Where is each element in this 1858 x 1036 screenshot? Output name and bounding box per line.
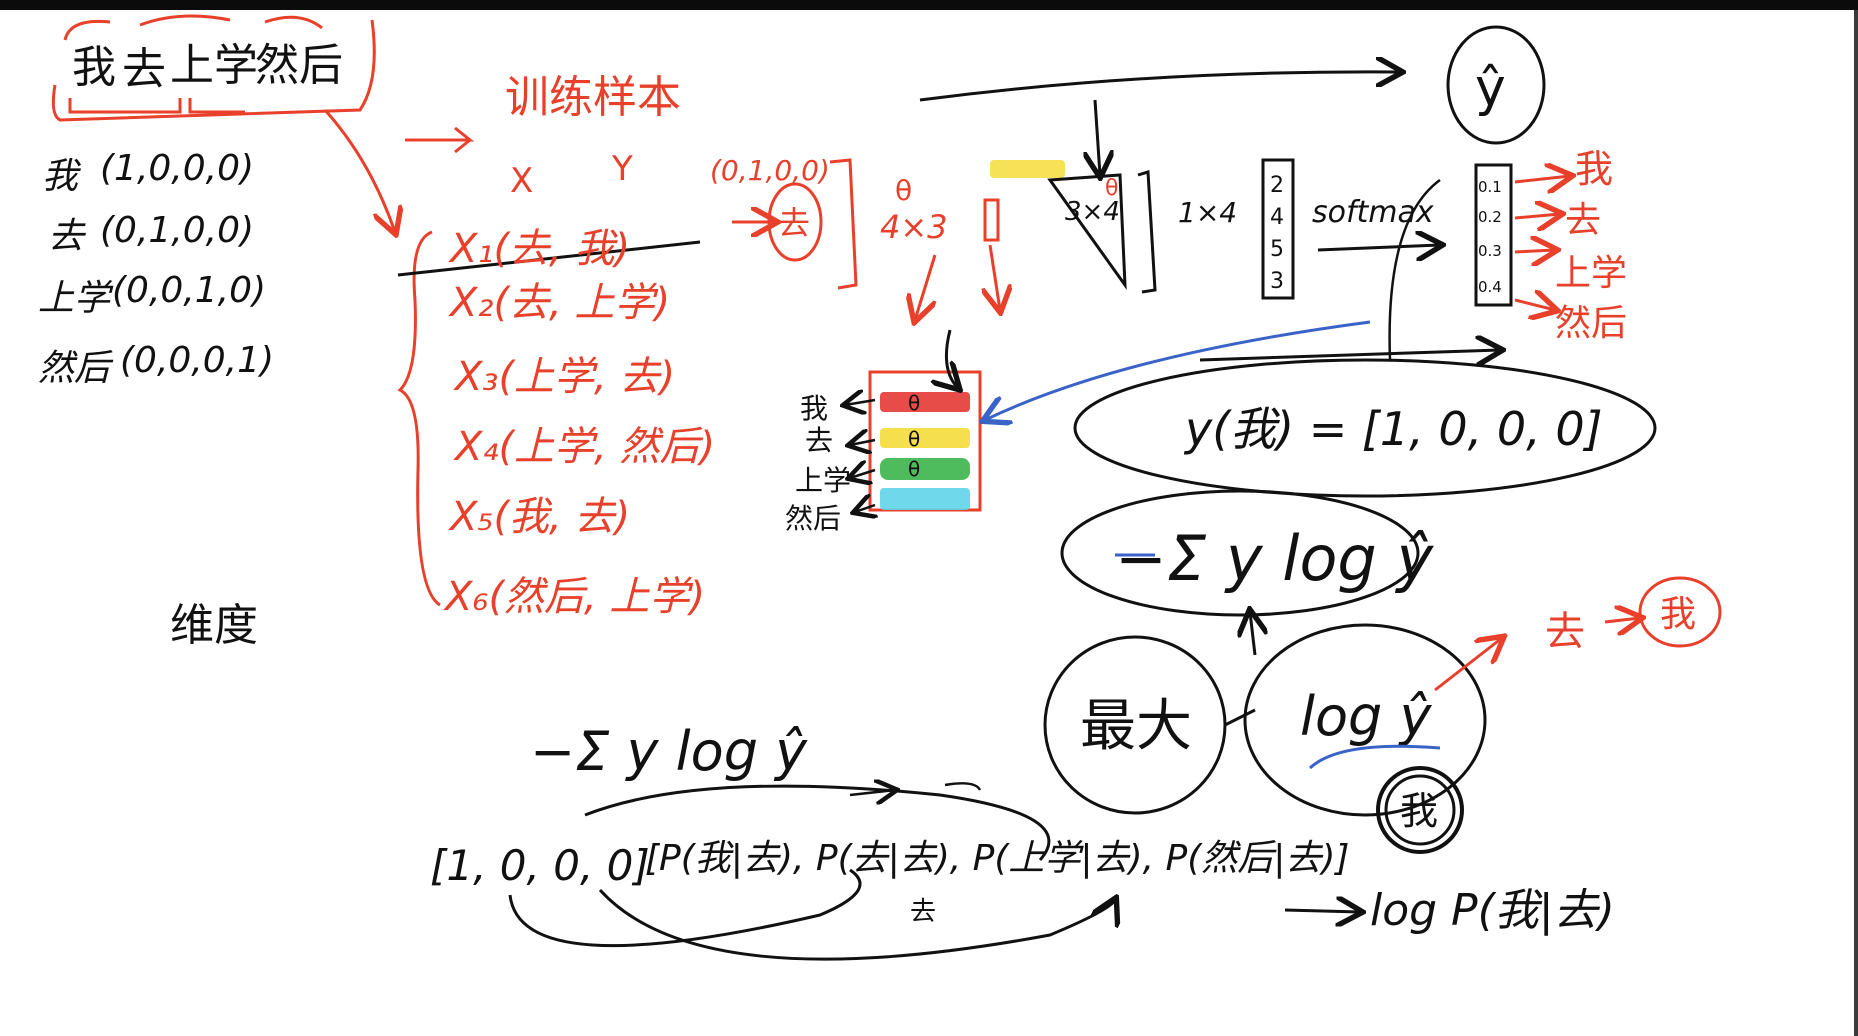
one-hot-vector-1: (0,1,0,0) (100, 210, 254, 251)
training-row-1: X₂(去, 上学) (448, 280, 670, 326)
bottom-under-label: 去 (910, 897, 936, 927)
embedding-down-arrow (946, 329, 958, 388)
cross-entropy-formula: −Σ y log ŷ (1115, 522, 1434, 595)
output-value-3: 3 (1270, 269, 1284, 294)
one-hot-word-0: 我 (42, 156, 81, 197)
training-header-y: Y (611, 149, 633, 189)
target-vector: y(我) = [1, 0, 0, 0] (1183, 402, 1603, 456)
training-row-4: X₅(我, 去) (448, 494, 630, 540)
second-theta: θ (1105, 176, 1118, 201)
dimension-label: 维度 (170, 600, 258, 651)
weight-theta: θ (895, 174, 912, 207)
yellow-highlight (990, 160, 1065, 178)
prob-word-2: 上学 (1555, 253, 1627, 294)
training-row-5: X₆(然后, 上学) (443, 574, 705, 620)
embedding-row-cyan (880, 488, 970, 510)
bottom-one-hot: [1, 0, 0, 0] (430, 841, 650, 890)
sentence-group: 我 去 上学 然后 (51, 14, 395, 232)
weight-rect (983, 198, 1000, 242)
embedding-row-yellow (880, 428, 970, 448)
sentence-brace-bottom (68, 98, 245, 114)
output-value-2: 5 (1270, 237, 1284, 262)
loss-region: y(我) = [1, 0, 0, 0] −Σ y log ŷ 最大 log ŷ … (1043, 358, 1722, 854)
sentence-word-0: 我 (72, 42, 116, 93)
sentence-word-3: 然后 (255, 40, 343, 91)
prob-word-0: 我 (1575, 147, 1613, 191)
weight-shape: 4×3 (880, 208, 948, 246)
embedding-row-green (880, 458, 970, 480)
bottom-cross-entropy: −Σ y log ŷ (530, 720, 808, 783)
whiteboard-diagram: 我 去 上学 然后 我 (1,0,0,0) 去 (0,1,0,0) 上学 (0,… (38, 14, 1722, 961)
training-brace (397, 230, 441, 607)
one-hot-vector-3: (0,0,0,1) (120, 340, 274, 381)
training-row-3: X₄(上学, 然后) (453, 424, 715, 470)
output-value-0: 2 (1270, 173, 1284, 198)
y-hat-label: ŷ (1475, 58, 1506, 118)
training-row-0: X₁(去, 我) (448, 226, 630, 272)
pair-left-word: 去 (1545, 609, 1585, 655)
training-samples: 训练样本 X Y X₁(去, 我) X₂(去, 上学) X₃(上学, 去) X₄… (397, 72, 715, 620)
one-hot-vector-0: (1,0,0,0) (100, 148, 254, 189)
prob-word-3: 然后 (1555, 303, 1627, 344)
top-long-arrow (919, 72, 1400, 102)
sentence-word-1: 去 (122, 44, 166, 95)
input-word: 去 (778, 204, 810, 242)
network-input: (0,1,0,0) 去 θ 4×3 (710, 154, 1000, 320)
training-row-2: X₃(上学, 去) (453, 354, 675, 400)
embedding-word-0: 我 (800, 392, 828, 425)
embedding-word-1: 去 (805, 424, 833, 457)
prob-0: 0.1 (1478, 178, 1502, 196)
output-shape: 1×4 (1178, 196, 1237, 229)
prob-3: 0.4 (1478, 278, 1502, 296)
one-hot-word-3: 然后 (38, 348, 114, 389)
softmax-label: softmax (1312, 195, 1434, 230)
log-y-hat-label: log ŷ (1300, 685, 1432, 748)
target-word: 我 (1400, 789, 1438, 833)
prob-2: 0.3 (1478, 242, 1502, 260)
bottom-result: log P(我|去) (1370, 885, 1615, 936)
one-hot-word-2: 上学 (38, 278, 114, 319)
sentence-to-samples-arrow (323, 108, 395, 232)
bottom-loop-2 (598, 888, 1115, 961)
network-output: 3×4 θ 1×4 2 4 5 3 softmax ŷ 0.1 0.2 0.3 … (919, 25, 1627, 344)
sentence-brace-top (63, 14, 323, 41)
one-hot-word-1: 去 (48, 216, 87, 257)
embedding-table: θ θ θ 我 去 上学 然后 (785, 329, 982, 535)
sentence-word-2: 上学 (170, 40, 258, 91)
training-samples-title: 训练样本 (505, 72, 681, 123)
input-vector-bracket (829, 158, 858, 290)
maximize-label: 最大 (1080, 694, 1192, 759)
prob-word-1: 去 (1565, 200, 1601, 241)
embedding-mark-2: θ (908, 457, 920, 481)
input-vector: (0,1,0,0) (710, 154, 830, 187)
second-shape: 3×4 (1065, 197, 1120, 227)
one-hot-table: 我 (1,0,0,0) 去 (0,1,0,0) 上学 (0,0,1,0) 然后 … (38, 148, 274, 389)
training-header-x: X (510, 161, 533, 201)
output-value-1: 4 (1270, 205, 1284, 230)
embedding-word-2: 上学 (795, 464, 851, 497)
embedding-word-3: 然后 (785, 502, 841, 535)
embedding-mark-0: θ (908, 391, 920, 415)
prob-1: 0.2 (1478, 208, 1502, 226)
embedding-row-red (880, 392, 970, 412)
one-hot-vector-2: (0,0,1,0) (112, 270, 266, 311)
bottom-prob-list: [P(我|去), P(去|去), P(上学|去), P(然后|去)] (645, 838, 1349, 879)
embedding-mark-1: θ (908, 427, 920, 451)
pair-right-word: 我 (1660, 594, 1696, 635)
mid-long-arrow (1199, 350, 1500, 360)
